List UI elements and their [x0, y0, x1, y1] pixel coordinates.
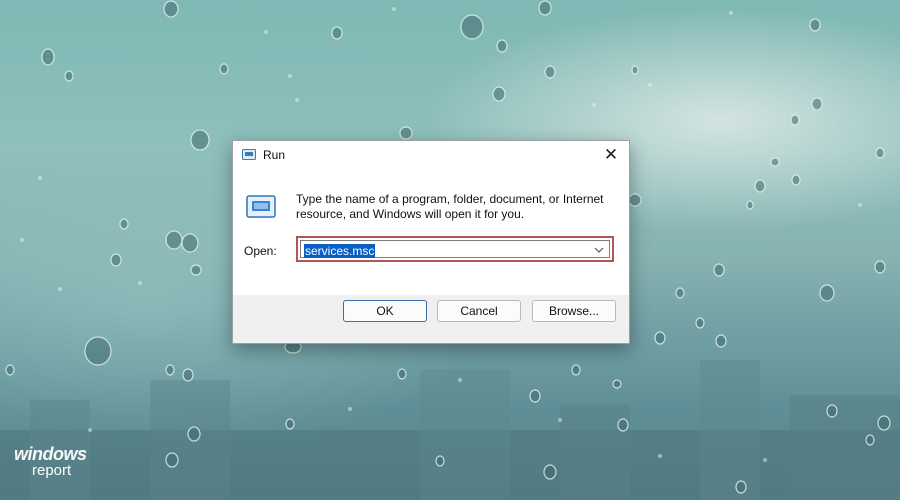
watermark-line1: windows — [14, 444, 87, 464]
watermark-logo: windows report — [14, 445, 87, 479]
run-program-icon — [246, 195, 276, 218]
dialog-footer: OK Cancel Browse... — [233, 295, 629, 343]
ok-button[interactable]: OK — [343, 300, 427, 322]
title-bar[interactable]: Run ✕ — [233, 141, 629, 169]
cancel-button[interactable]: Cancel — [437, 300, 521, 322]
dialog-title: Run — [263, 148, 286, 162]
open-input-value[interactable]: services.msc — [304, 244, 376, 258]
open-combobox[interactable]: services.msc — [296, 236, 614, 262]
open-input-frame[interactable]: services.msc — [300, 240, 610, 258]
close-icon: ✕ — [603, 145, 619, 164]
dialog-body: Type the name of a program, folder, docu… — [233, 169, 629, 295]
dialog-description: Type the name of a program, folder, docu… — [296, 192, 604, 221]
watermark-line2: report — [32, 462, 72, 479]
close-button[interactable]: ✕ — [599, 144, 623, 166]
run-app-icon — [242, 149, 256, 160]
open-label: Open: — [244, 244, 277, 258]
dropdown-arrow-icon[interactable] — [593, 245, 605, 255]
browse-button[interactable]: Browse... — [532, 300, 616, 322]
run-dialog: Run ✕ Type the name of a program, folder… — [232, 140, 630, 344]
